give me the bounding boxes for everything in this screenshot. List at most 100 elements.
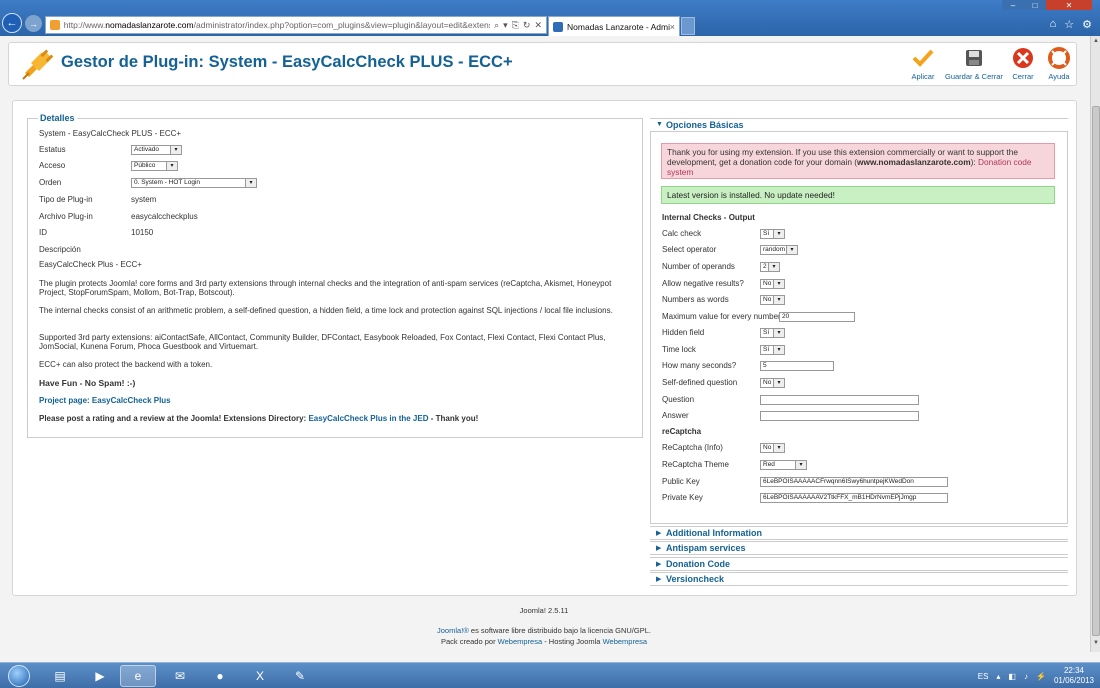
home-icon[interactable]: ⌂ [1050,18,1057,31]
project-page-link[interactable]: EasyCalcCheck Plus [92,396,171,405]
minimize-button[interactable]: – [1002,0,1024,10]
words-select[interactable]: No ▾ [760,295,785,305]
operator-label: Select operator [662,245,717,254]
time-lock-select[interactable]: Sí ▾ [760,345,785,355]
gear-icon[interactable]: ⚙ [1082,18,1092,31]
language-indicator[interactable]: ES [978,672,989,681]
status-label: Estatus [39,145,66,154]
description-paragraph-3: Supported 3rd party extensions: aiContac… [39,333,606,351]
details-legend: Detalles [38,113,77,123]
taskbar-app[interactable]: ✎ [282,665,318,687]
chevron-down-icon: ▾ [786,246,797,254]
maximize-button[interactable]: □ [1024,0,1046,10]
forward-button[interactable]: → [25,15,42,32]
back-button[interactable]: ← [2,13,22,33]
stop-icon[interactable]: ✕ [534,20,542,31]
taskbar-outlook[interactable]: ✉ [162,665,198,687]
browser-chrome: – □ ✕ ← → http://www.nomadaslanzarote.co… [0,0,1100,36]
negative-select[interactable]: No ▾ [760,279,785,289]
self-question-label: Self-defined question [662,378,738,387]
taskbar-media[interactable]: ▶ [82,665,118,687]
taskbar: ▤ ▶ e ✉ ● X ✎ ES ▴ ◧ ♪ ⚡ 22:34 01/06/201… [0,662,1100,688]
taskbar-internet-explorer[interactable]: e [120,665,156,687]
pane-antispam-services[interactable]: ▶ Antispam services [650,541,1068,555]
pane-basic-options[interactable]: ▼ Opciones Básicas [650,118,1068,132]
start-button[interactable] [4,663,34,688]
dropdown-icon[interactable]: ▾ [503,20,508,31]
answer-input[interactable] [760,411,919,421]
compat-icon[interactable]: ⎘ [512,20,519,31]
system-tray: ES ▴ ◧ ♪ ⚡ 22:34 01/06/2013 [978,666,1094,686]
negative-label: Allow negative results? [662,279,744,288]
toolbar-header: Gestor de Plug-in: System - EasyCalcChec… [8,42,1077,86]
webempresa-hosting-link[interactable]: Webempresa [603,637,647,646]
close-button[interactable]: Cerrar [1011,46,1035,81]
time-lock-label: Time lock [662,345,696,354]
pane-donation-code[interactable]: ▶ Donation Code [650,557,1068,571]
arrow-right-icon: → [29,18,38,29]
private-key-input[interactable]: 6LeBPOISAAAAAAV2TtkFFX_mB1HDrNvmEPjJmgp [760,493,948,503]
words-label: Numbers as words [662,295,729,304]
pane-versioncheck[interactable]: ▶ Versioncheck [650,572,1068,586]
maxval-label: Maximum value for every number [662,312,781,321]
chevron-down-icon: ▾ [166,162,177,170]
seconds-input[interactable]: 5 [760,361,834,371]
media-player-icon: ▶ [95,669,105,683]
hidden-field-select[interactable]: Sí ▾ [760,328,785,338]
joomla-link[interactable]: Joomla!® [437,626,469,635]
clock[interactable]: 22:34 01/06/2013 [1054,666,1094,686]
window-close-button[interactable]: ✕ [1046,0,1092,10]
browser-tab[interactable]: Nomadas Lanzarote - Admi... × [548,16,680,36]
volume-icon[interactable]: ♪ [1024,672,1028,681]
check-icon [911,46,935,70]
tab-close-icon[interactable]: × [670,22,675,32]
file-value: easycalccheckplus [131,212,198,221]
footer-license: Joomla!® es software libre distribuido b… [437,626,651,635]
operator-select[interactable]: random ▾ [760,245,798,255]
windows-logo-icon [8,665,30,687]
url-text[interactable]: http://www.nomadaslanzarote.com/administ… [64,20,490,30]
jed-link[interactable]: EasyCalcCheck Plus in the JED [308,414,428,423]
access-select[interactable]: Público ▾ [131,161,178,171]
refresh-icon[interactable]: ↻ [523,20,531,31]
chevron-down-icon: ▾ [795,461,806,469]
network-icon[interactable]: ◧ [1008,672,1016,681]
access-label: Acceso [39,161,66,170]
scroll-down-icon[interactable]: ▼ [1091,640,1100,650]
maxval-input[interactable]: 20 [779,312,855,322]
seconds-label: How many seconds? [662,361,737,370]
question-input[interactable] [760,395,919,405]
power-icon[interactable]: ⚡ [1036,672,1046,681]
vertical-scrollbar[interactable]: ▲ ▼ [1090,36,1100,652]
recaptcha-theme-select[interactable]: Red ▾ [760,460,807,470]
tray-arrow-icon[interactable]: ▴ [996,672,1000,681]
id-label: ID [39,228,47,237]
favorites-star-icon[interactable]: ☆ [1064,18,1074,31]
self-question-select[interactable]: No ▾ [760,378,785,388]
chevron-down-icon: ▾ [245,179,256,187]
help-button[interactable]: Ayuda [1047,46,1071,81]
status-select[interactable]: Activado ▾ [131,145,182,155]
taskbar-explorer[interactable]: ▤ [42,665,78,687]
plugin-name: System - EasyCalcCheck PLUS - ECC+ [39,129,182,138]
webempresa-link[interactable]: Webempresa [498,637,542,646]
hidden-field-label: Hidden field [662,328,705,337]
taskbar-excel[interactable]: X [242,665,278,687]
scroll-up-icon[interactable]: ▲ [1091,38,1100,48]
taskbar-firefox[interactable]: ● [202,665,238,687]
pane-additional-information[interactable]: ▶ Additional Information [650,526,1068,540]
search-icon[interactable]: ⌕ [494,20,499,31]
apply-button[interactable]: Aplicar [911,46,935,81]
scroll-thumb[interactable] [1092,106,1100,636]
public-key-input[interactable]: 6LeBPOISAAAAACFrwqnn6ISwy6huntpejKWedDon [760,477,948,487]
calc-check-select[interactable]: Sí ▾ [760,229,785,239]
save-icon [962,46,986,70]
save-close-button[interactable]: Guardar & Cerrar [945,46,1003,81]
operands-select[interactable]: 2 ▾ [760,262,780,272]
address-bar[interactable]: http://www.nomadaslanzarote.com/administ… [45,16,547,34]
details-fieldset [27,118,643,438]
new-tab-button[interactable] [681,17,695,35]
order-select[interactable]: 0. System - HOT Login ▾ [131,178,257,188]
recaptcha-info-select[interactable]: No ▾ [760,443,785,453]
chevron-down-icon: ▾ [773,296,784,304]
